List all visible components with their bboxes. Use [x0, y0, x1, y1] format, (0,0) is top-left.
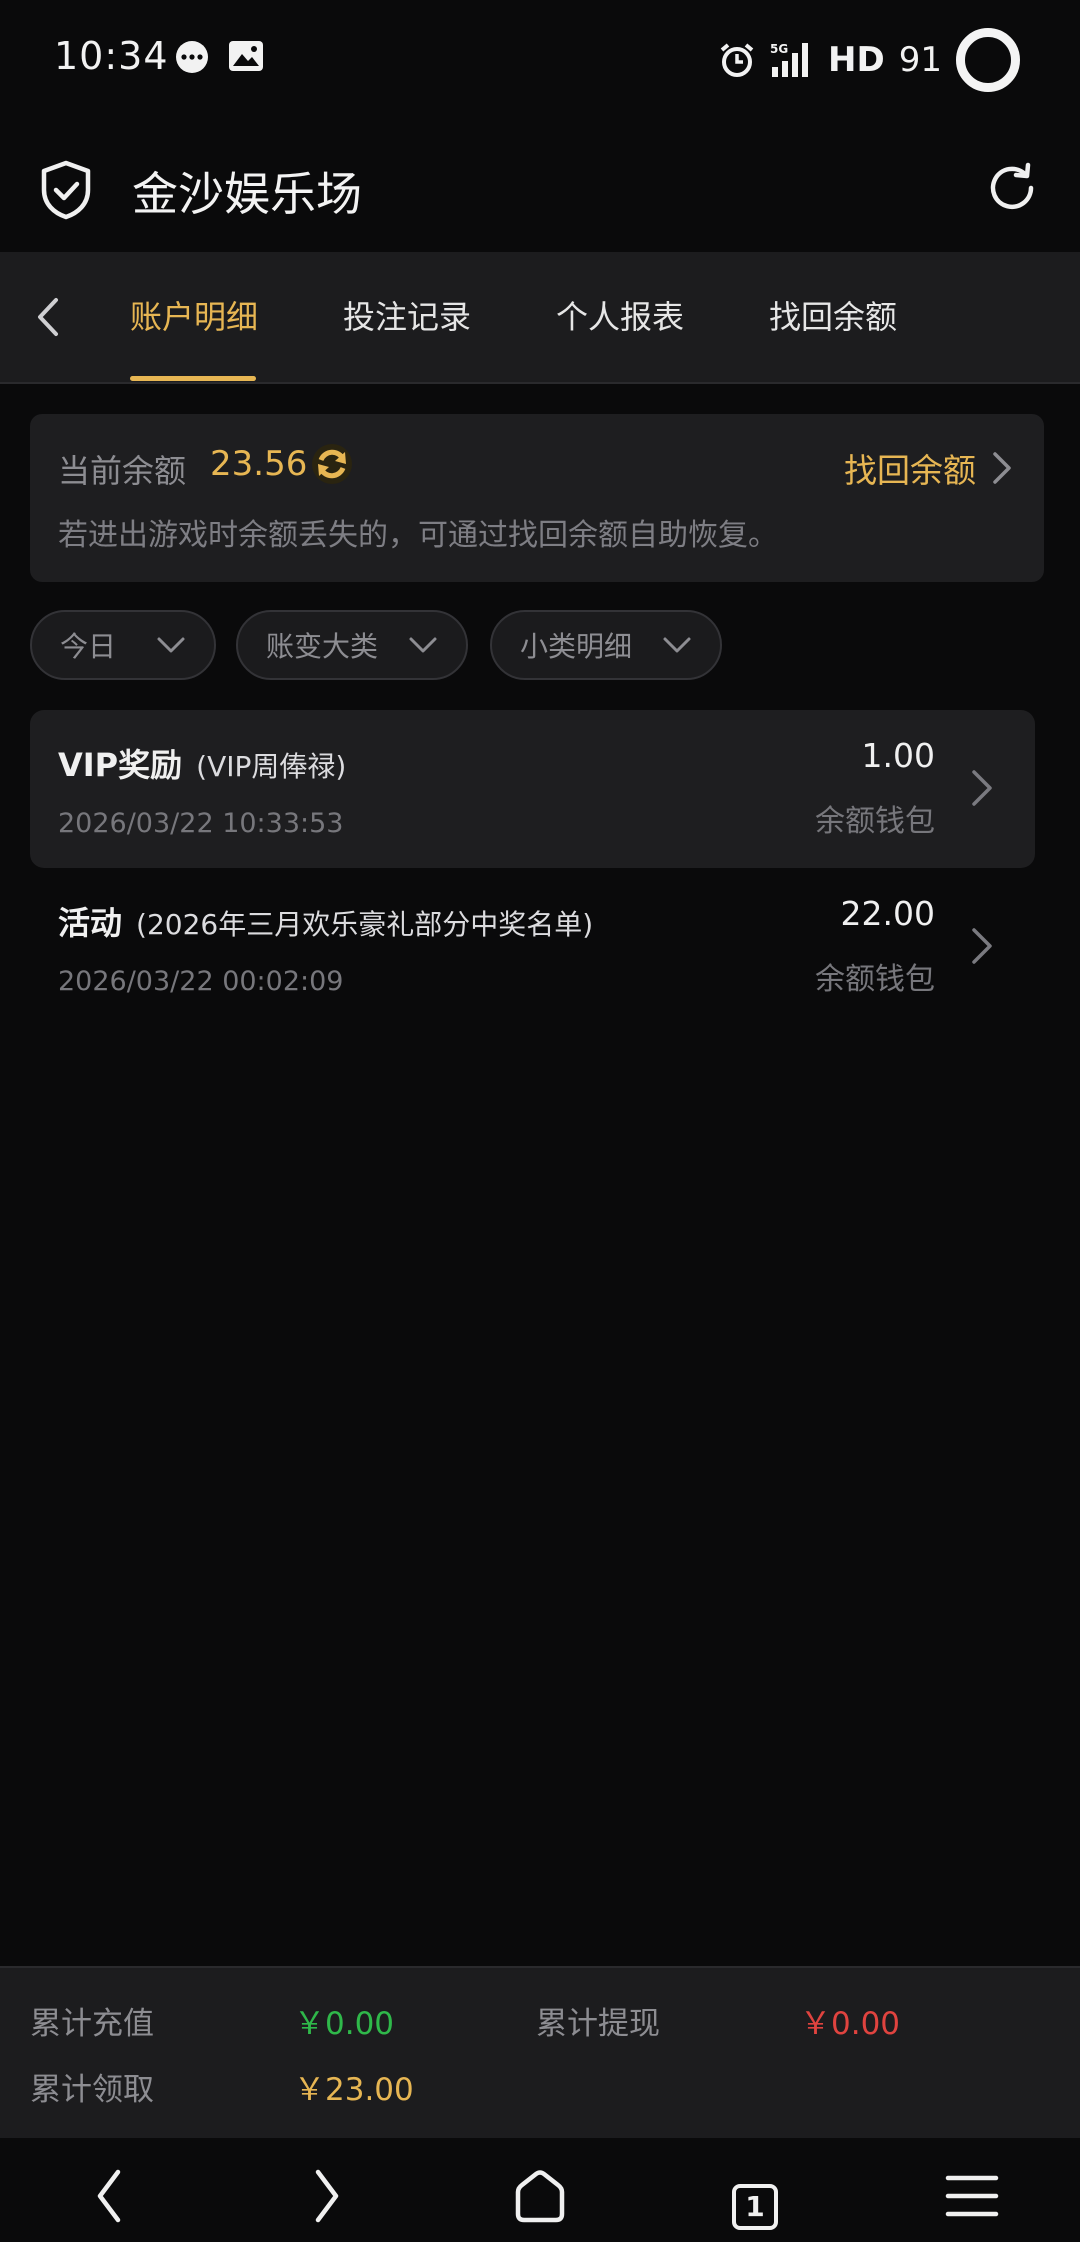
filter-date[interactable]: 今日: [30, 610, 216, 680]
nav-menu-icon[interactable]: [942, 2166, 1002, 2226]
filter-subcategory[interactable]: 小类明细: [490, 610, 722, 680]
record-title: 活动: [58, 904, 123, 942]
record-wallet: 余额钱包: [815, 962, 935, 997]
filter-date-label: 今日: [60, 630, 117, 663]
record-date: 2026/03/22 10:33:53: [58, 808, 344, 839]
recharge-value: ￥0.00: [294, 2006, 395, 2042]
list-item[interactable]: VIP奖励 (VIP周俸禄) 2026/03/22 10:33:53 1.00 余…: [30, 710, 1035, 868]
chevron-right-icon: [972, 928, 992, 964]
tab-retrieve-balance[interactable]: 找回余额: [769, 292, 897, 338]
refresh-icon[interactable]: [984, 160, 1040, 216]
claim-label: 累计领取: [30, 2072, 154, 2108]
shield-icon: [41, 160, 91, 220]
filter-bar: 今日 账变大类 小类明细: [30, 610, 1044, 680]
active-tab-indicator: [130, 376, 256, 381]
message-icon: [176, 41, 208, 73]
record-subtitle: (2026年三月欢乐豪礼部分中奖名单): [136, 908, 594, 941]
app-header: 金沙娱乐场: [0, 130, 1080, 250]
filter-category[interactable]: 账变大类: [236, 610, 468, 680]
nav-home-icon[interactable]: [510, 2166, 570, 2226]
chevron-right-icon: [972, 770, 992, 806]
gallery-icon: [229, 41, 263, 71]
tab-bet-records[interactable]: 投注记录: [343, 292, 471, 338]
balance-refresh-icon[interactable]: [310, 442, 354, 486]
withdraw-label: 累计提现: [536, 2006, 660, 2042]
record-title: VIP奖励: [58, 746, 183, 784]
hd-label: HD: [828, 40, 885, 80]
page-title: 金沙娱乐场: [132, 167, 362, 221]
chevron-right-icon[interactable]: [990, 450, 1014, 486]
record-amount: 22.00: [840, 894, 935, 933]
filter-category-label: 账变大类: [266, 630, 379, 663]
battery-icon: [956, 28, 1020, 92]
chevron-down-icon: [409, 637, 437, 653]
status-right: 5G HD 91: [718, 22, 1020, 98]
tab-bar: 账户明细 投注记录 个人报表 找回余额: [0, 252, 1080, 384]
browser-nav-bar: [0, 2140, 1080, 2242]
tab-personal-report[interactable]: 个人报表: [556, 292, 684, 338]
withdraw-value: ￥0.00: [800, 2006, 901, 2042]
nav-forward-icon[interactable]: [296, 2166, 356, 2226]
chevron-down-icon: [663, 637, 691, 653]
record-subtitle: (VIP周俸禄): [196, 750, 347, 783]
back-chevron-icon[interactable]: [28, 292, 68, 342]
recharge-label: 累计充值: [30, 2006, 154, 2042]
record-date: 2026/03/22 00:02:09: [58, 966, 344, 997]
tabs-count-button[interactable]: 1: [732, 2184, 778, 2230]
record-amount: 1.00: [861, 736, 935, 775]
claim-value: ￥23.00: [294, 2072, 414, 2108]
balance-card: 当前余额 23.56 找回余额 若进出游戏时余额丢失的，可通过找回余额自助恢复。: [30, 414, 1044, 582]
summary-bar: 累计充值 ￥0.00 累计提现 ￥0.00 累计领取 ￥23.00: [0, 1966, 1080, 2138]
chevron-down-icon: [157, 637, 185, 653]
filter-subcategory-label: 小类明细: [520, 630, 633, 663]
balance-label: 当前余额: [58, 452, 187, 490]
balance-value: 23.56: [210, 444, 308, 484]
signal-icon: 5G: [770, 42, 809, 77]
alarm-icon: [720, 43, 754, 77]
list-item[interactable]: 活动 (2026年三月欢乐豪礼部分中奖名单) 2026/03/22 00:02:0…: [30, 868, 1035, 1026]
nav-back-icon[interactable]: [80, 2166, 140, 2226]
record-wallet: 余额钱包: [815, 804, 935, 839]
balance-tip: 若进出游戏时余额丢失的，可通过找回余额自助恢复。: [58, 518, 778, 553]
battery-level: 91: [898, 40, 942, 80]
network-type: 5G: [770, 42, 788, 56]
status-bar: 10:34 5G HD 91: [0, 0, 1080, 120]
tab-account-details[interactable]: 账户明细: [130, 292, 258, 338]
retrieve-balance-link[interactable]: 找回余额: [844, 444, 976, 492]
status-time: 10:34: [54, 34, 169, 78]
